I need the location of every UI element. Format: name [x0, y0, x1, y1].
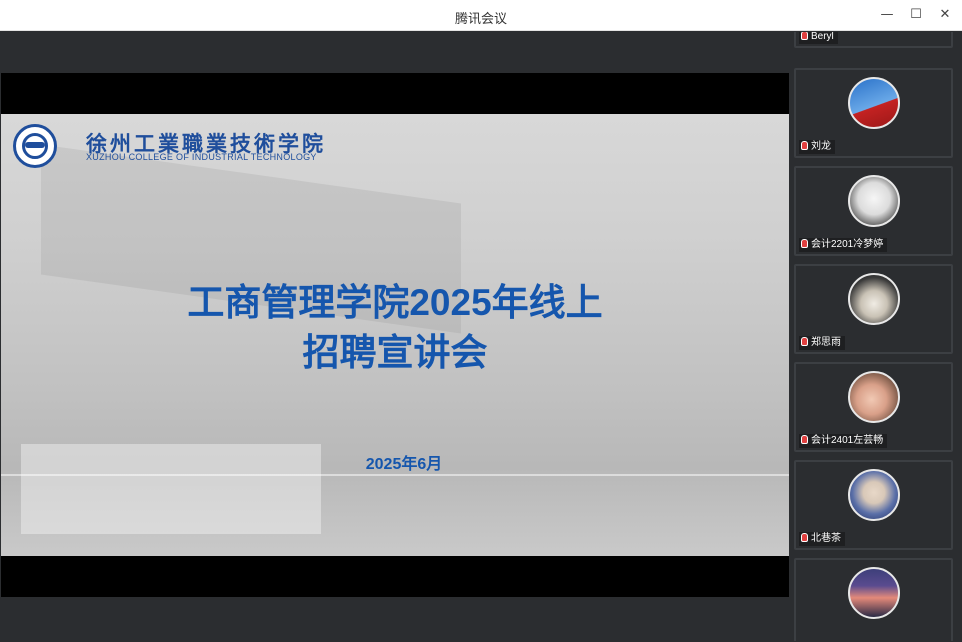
avatar	[848, 175, 900, 227]
participant-name-tag: 刘龙	[799, 140, 835, 154]
avatar	[848, 567, 900, 619]
close-icon[interactable]: ✕	[935, 6, 955, 24]
mic-muted-icon	[801, 337, 808, 346]
panel-scrollbar[interactable]	[954, 32, 958, 641]
letterbox-bottom	[1, 556, 789, 597]
participant-name-tag: 北巷茶	[799, 532, 845, 546]
mic-muted-icon	[801, 435, 808, 444]
shared-screen-area[interactable]: 徐州工業職業技術学院 XUZHOU COLLEGE OF INDUSTRIAL …	[1, 32, 789, 641]
school-logo-icon	[13, 124, 57, 168]
slide-floor-line	[1, 474, 789, 476]
participant-tile[interactable]: 郑思雨	[794, 264, 953, 354]
maximize-icon[interactable]: ☐	[906, 6, 926, 24]
window-titlebar: 腾讯会议 — ☐ ✕	[0, 0, 962, 31]
participant-name-tag: Beryl	[799, 32, 838, 44]
participant-name-tag: 会计2201冷梦婷	[799, 238, 888, 252]
participant-tile[interactable]: 会计2401左芸畅	[794, 362, 953, 452]
slide-title-line1: 工商管理学院2025年线上	[187, 282, 603, 323]
slide-date: 2025年6月	[365, 456, 443, 473]
mic-muted-icon	[801, 533, 808, 542]
avatar	[848, 469, 900, 521]
participant-tile[interactable]: Beryl	[794, 32, 953, 48]
participant-tile[interactable]: 刘龙	[794, 68, 953, 158]
slide-title-line2: 招聘宣讲会	[302, 332, 488, 373]
avatar	[848, 371, 900, 423]
school-name-en: XUZHOU COLLEGE OF INDUSTRIAL TECHNOLOGY	[86, 152, 317, 162]
mic-muted-icon	[801, 141, 808, 150]
letterbox-top	[1, 73, 789, 114]
participant-tile[interactable]: 会计2201冷梦婷	[794, 166, 953, 256]
participant-panel[interactable]: Beryl 刘龙 会计2201冷梦婷 郑思雨 会计2401左芸畅 北巷茶	[789, 32, 962, 641]
participant-name-tag: 会计2401左芸畅	[799, 434, 888, 448]
mic-muted-icon	[801, 32, 808, 40]
participant-tile[interactable]	[794, 558, 953, 641]
avatar	[848, 77, 900, 129]
participant-tile[interactable]: 北巷茶	[794, 460, 953, 550]
minimize-icon[interactable]: —	[877, 6, 897, 24]
participant-name-tag: 郑思雨	[799, 336, 845, 350]
mic-muted-icon	[801, 239, 808, 248]
avatar	[848, 273, 900, 325]
window-title: 腾讯会议	[454, 11, 507, 26]
presentation-slide: 徐州工業職業技術学院 XUZHOU COLLEGE OF INDUSTRIAL …	[1, 114, 789, 556]
